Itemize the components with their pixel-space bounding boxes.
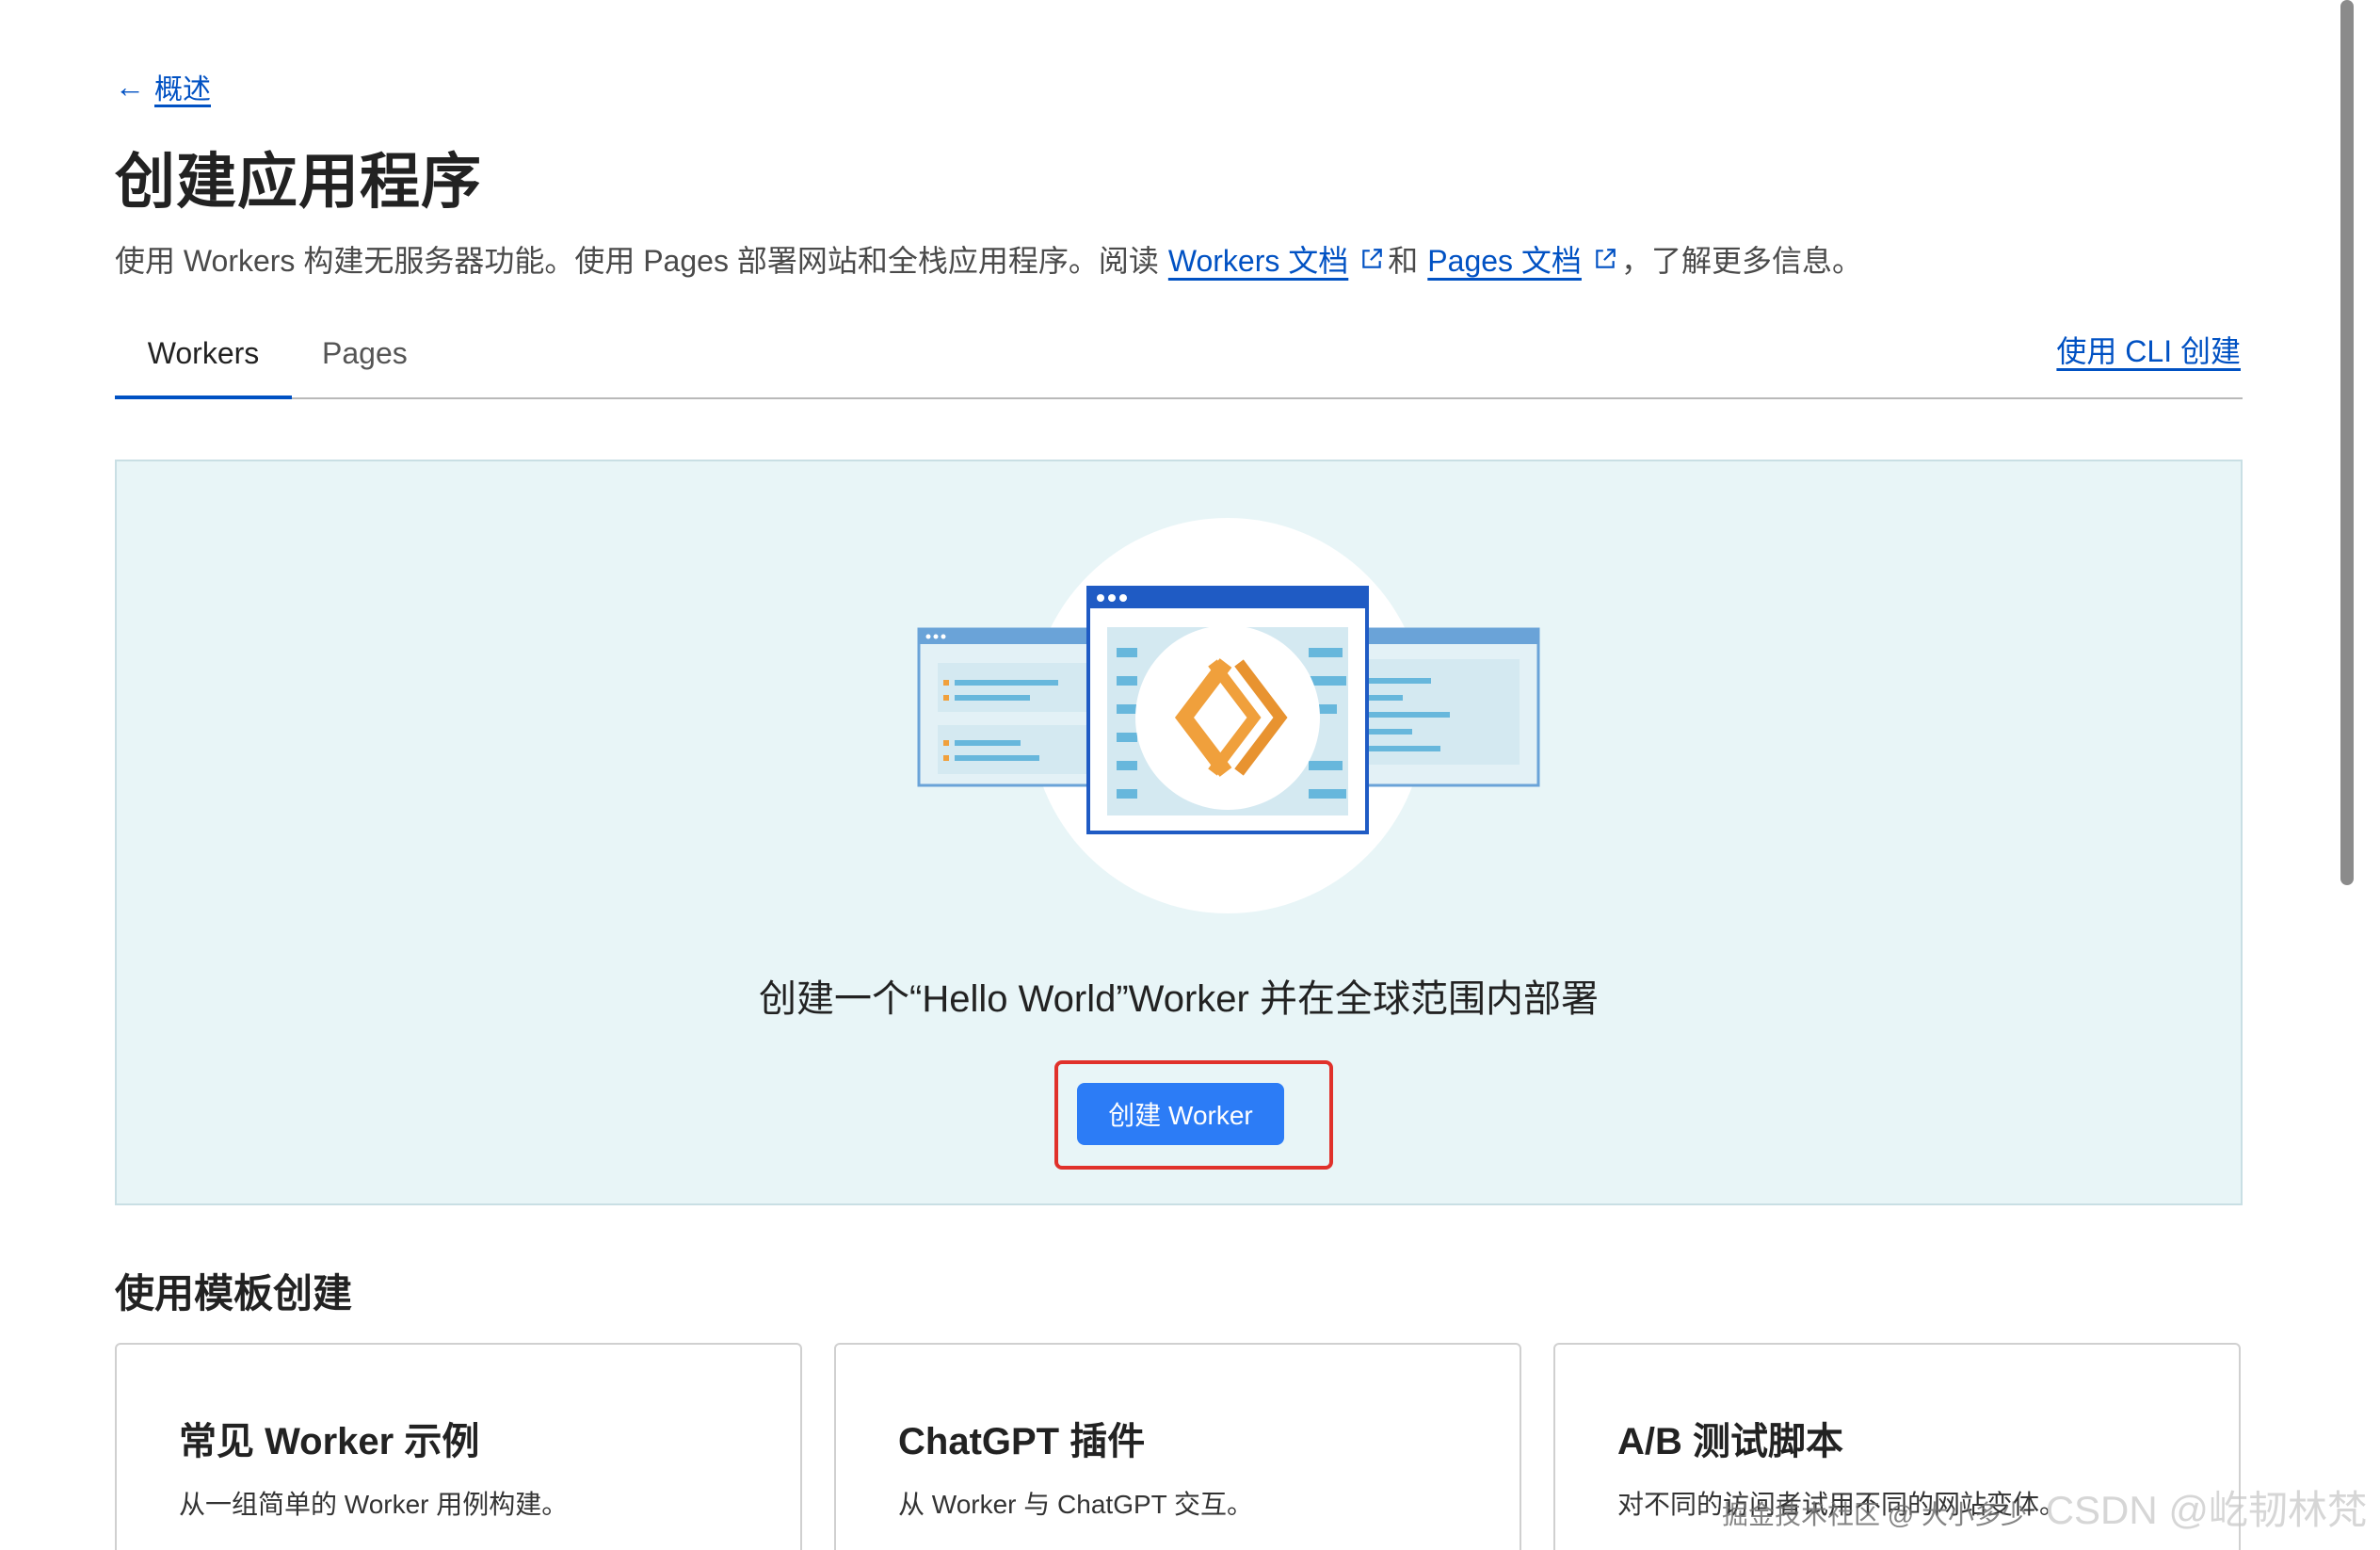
hello-world-hero: 创建一个“Hello World”Worker 并在全球范围内部署 创建 Wor…	[115, 460, 2243, 1205]
subtitle-prefix: 使用 Workers 构建无服务器功能。使用 Pages 部署网站和全栈应用程序…	[115, 244, 1159, 278]
subtitle-suffix: ，了解更多信息。	[1620, 244, 1862, 278]
arrow-left-icon: ←	[115, 70, 145, 104]
back-to-overview-link[interactable]: ← 概述	[115, 66, 211, 107]
create-worker-button[interactable]: 创建 Worker	[1077, 1083, 1284, 1145]
watermark-large: CSDN @屹韧林梵	[2045, 1488, 2367, 1532]
templates-section-title: 使用模板创建	[115, 1271, 353, 1316]
workers-docs-link[interactable]: Workers 文档	[1168, 237, 1348, 281]
external-link-icon	[1362, 249, 1383, 268]
vertical-scrollbar[interactable]	[2340, 0, 2354, 885]
create-application-page: ← 概述 创建应用程序 使用 Workers 构建无服务器功能。使用 Pages…	[0, 0, 2380, 1550]
workers-illustration	[917, 518, 1540, 913]
tab-pages[interactable]: Pages	[322, 320, 426, 399]
back-link-label[interactable]: 概述	[154, 66, 211, 107]
pages-docs-link[interactable]: Pages 文档	[1427, 237, 1582, 281]
tab-bar: Workers Pages	[115, 320, 2243, 399]
card-description: 从一组简单的 Worker 用例构建。	[179, 1490, 569, 1519]
watermark: 掘金技术社区 @ 大小多少 CSDN @屹韧林梵	[1722, 1478, 2367, 1536]
watermark-small: 掘金技术社区 @ 大小多少	[1722, 1500, 2028, 1529]
hero-description: 创建一个“Hello World”Worker 并在全球范围内部署	[759, 978, 1599, 1020]
external-link-icon	[1596, 249, 1616, 268]
tab-workers[interactable]: Workers	[115, 320, 292, 399]
card-title: 常见 Worker 示例	[179, 1421, 480, 1462]
card-title: A/B 测试脚本	[1617, 1421, 1843, 1462]
subtitle-connector: 和	[1388, 244, 1419, 278]
card-title: ChatGPT 插件	[898, 1421, 1146, 1462]
create-with-cli-link[interactable]: 使用 CLI 创建	[2056, 328, 2241, 371]
page-subtitle: 使用 Workers 构建无服务器功能。使用 Pages 部署网站和全栈应用程序…	[115, 237, 1862, 281]
template-card-common-worker[interactable]: 常见 Worker 示例 从一组简单的 Worker 用例构建。	[115, 1343, 802, 1550]
card-description: 从 Worker 与 ChatGPT 交互。	[898, 1490, 1254, 1519]
page-title: 创建应用程序	[115, 148, 482, 216]
template-card-chatgpt-plugin[interactable]: ChatGPT 插件 从 Worker 与 ChatGPT 交互。	[834, 1343, 1521, 1550]
